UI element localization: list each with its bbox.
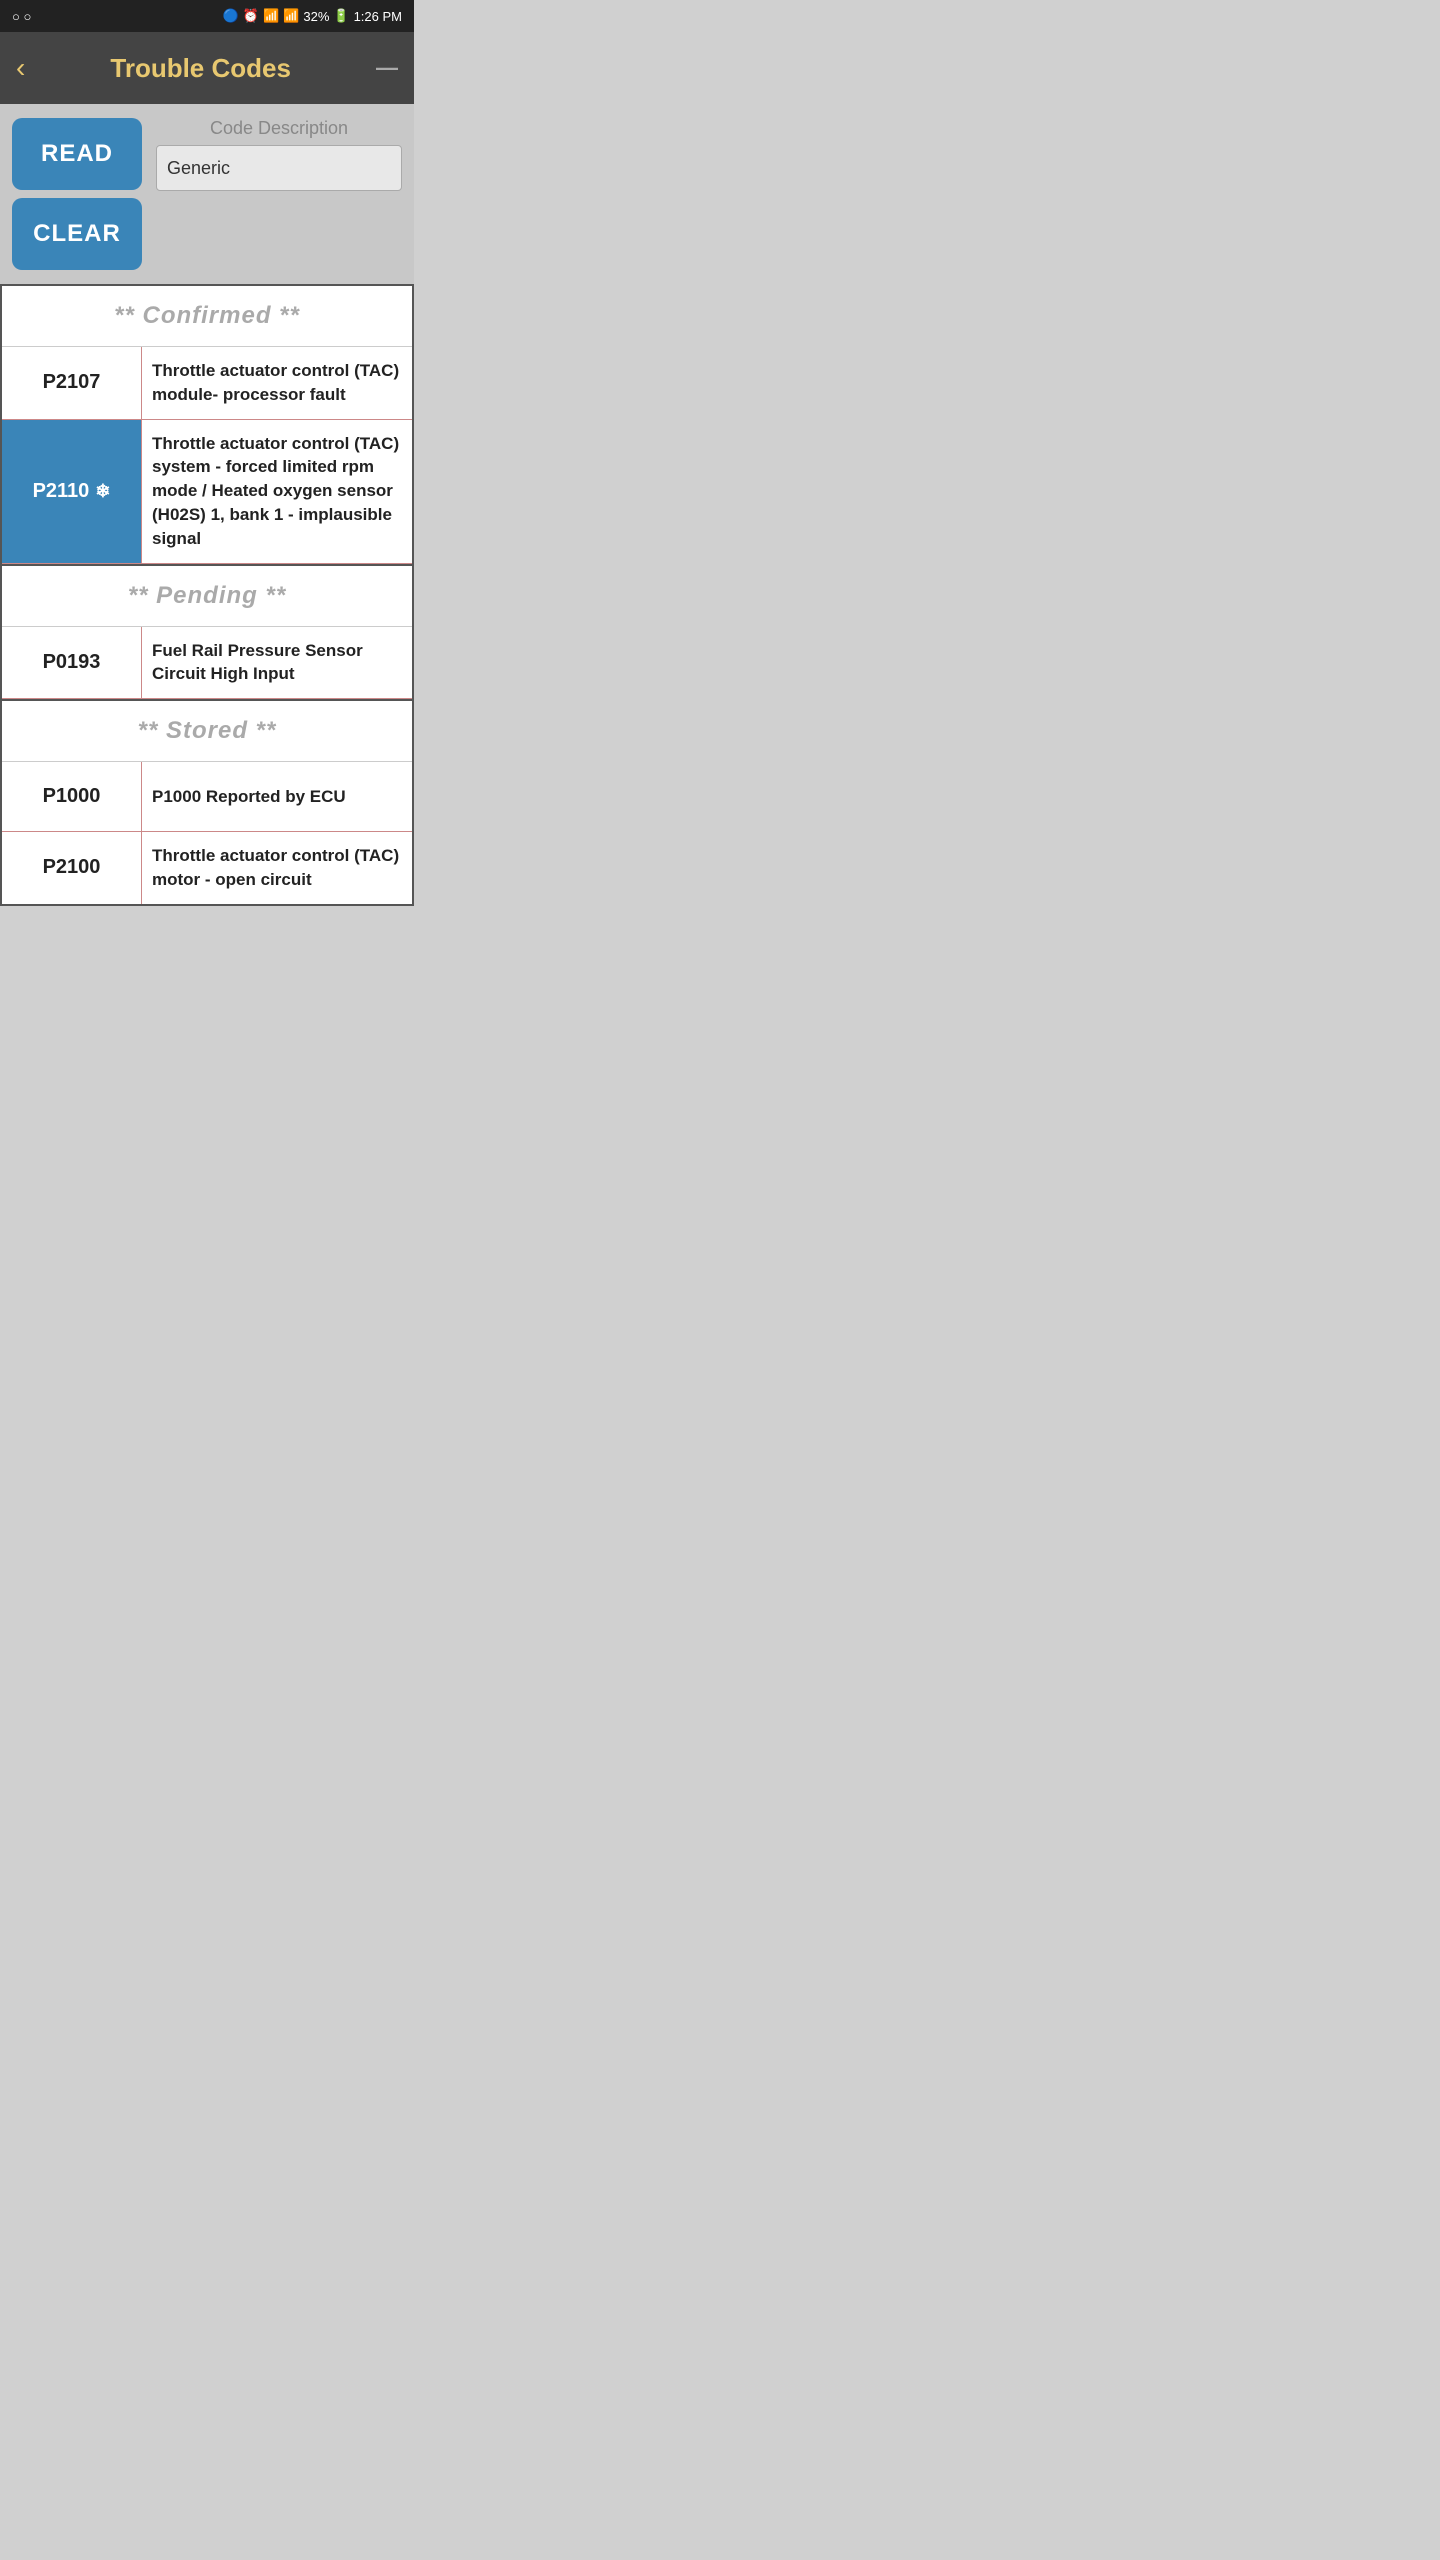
- code-description-col: Code Description: [156, 118, 402, 191]
- desc-cell-p0193: Fuel Rail Pressure Sensor Circuit High I…: [142, 627, 412, 699]
- table-row: P0193 Fuel Rail Pressure Sensor Circuit …: [2, 627, 412, 700]
- time: 1:26 PM: [354, 9, 402, 24]
- clear-button[interactable]: CLEAR: [12, 198, 142, 270]
- code-cell-p2107: P2107: [2, 347, 142, 419]
- confirmed-header-text: ** Confirmed **: [114, 302, 300, 329]
- status-bar: ○ ○ 🔵 ⏰ 📶 📶 32% 🔋 1:26 PM: [0, 0, 414, 32]
- status-bar-left: ○ ○: [12, 9, 31, 24]
- page-title: Trouble Codes: [25, 53, 376, 84]
- code-value-p2100: P2100: [43, 856, 101, 879]
- code-value-p0193: P0193: [43, 651, 101, 674]
- desc-text-p2100: Throttle actuator control (TAC) motor - …: [152, 844, 402, 892]
- desc-text-p1000: P1000 Reported by ECU: [152, 785, 346, 809]
- minimize-button[interactable]: —: [376, 55, 398, 81]
- desc-cell-p2107: Throttle actuator control (TAC) module- …: [142, 347, 412, 419]
- desc-text-p2110: Throttle actuator control (TAC) system -…: [152, 432, 402, 551]
- pending-section-header: ** Pending **: [2, 564, 412, 627]
- signal-icon: 📶: [283, 8, 299, 24]
- pending-header-text: ** Pending **: [128, 582, 286, 609]
- code-cell-inner-p2110: P2110 ❄: [33, 480, 111, 503]
- status-notifications: ○ ○: [12, 9, 31, 24]
- desc-text-p2107: Throttle actuator control (TAC) module- …: [152, 359, 402, 407]
- controls-area: READ CLEAR Code Description: [0, 104, 414, 284]
- bluetooth-icon: 🔵: [223, 8, 239, 24]
- desc-cell-p2110: Throttle actuator control (TAC) system -…: [142, 420, 412, 563]
- code-value-p2110: P2110: [33, 480, 90, 503]
- code-cell-p2110: P2110 ❄: [2, 420, 142, 563]
- code-description-input[interactable]: [156, 145, 402, 191]
- codes-table: ** Confirmed ** P2107 Throttle actuator …: [0, 284, 414, 906]
- desc-text-p0193: Fuel Rail Pressure Sensor Circuit High I…: [152, 639, 402, 687]
- stored-header-text: ** Stored **: [138, 717, 277, 744]
- code-value-p2107: P2107: [43, 371, 101, 394]
- wifi-icon: 📶: [263, 8, 279, 24]
- table-row: P2110 ❄ Throttle actuator control (TAC) …: [2, 420, 412, 564]
- table-row: P1000 P1000 Reported by ECU: [2, 762, 412, 832]
- status-bar-right: 🔵 ⏰ 📶 📶 32% 🔋 1:26 PM: [223, 8, 402, 24]
- read-button[interactable]: READ: [12, 118, 142, 190]
- desc-cell-p1000: P1000 Reported by ECU: [142, 762, 412, 831]
- table-row: P2100 Throttle actuator control (TAC) mo…: [2, 832, 412, 904]
- code-value-p1000: P1000: [43, 785, 101, 808]
- confirmed-section-header: ** Confirmed **: [2, 286, 412, 347]
- table-row: P2107 Throttle actuator control (TAC) mo…: [2, 347, 412, 420]
- code-cell-p0193: P0193: [2, 627, 142, 699]
- back-button[interactable]: ‹: [16, 52, 25, 84]
- desc-cell-p2100: Throttle actuator control (TAC) motor - …: [142, 832, 412, 904]
- code-description-label: Code Description: [156, 118, 402, 139]
- code-cell-p1000: P1000: [2, 762, 142, 831]
- battery-percent: 32%: [303, 9, 329, 24]
- alarm-icon: ⏰: [243, 8, 259, 24]
- battery-icon: 🔋: [333, 8, 349, 24]
- snowflake-icon: ❄: [95, 481, 110, 502]
- action-buttons: READ CLEAR: [12, 118, 142, 270]
- header: ‹ Trouble Codes —: [0, 32, 414, 104]
- code-cell-p2100: P2100: [2, 832, 142, 904]
- stored-section-header: ** Stored **: [2, 699, 412, 762]
